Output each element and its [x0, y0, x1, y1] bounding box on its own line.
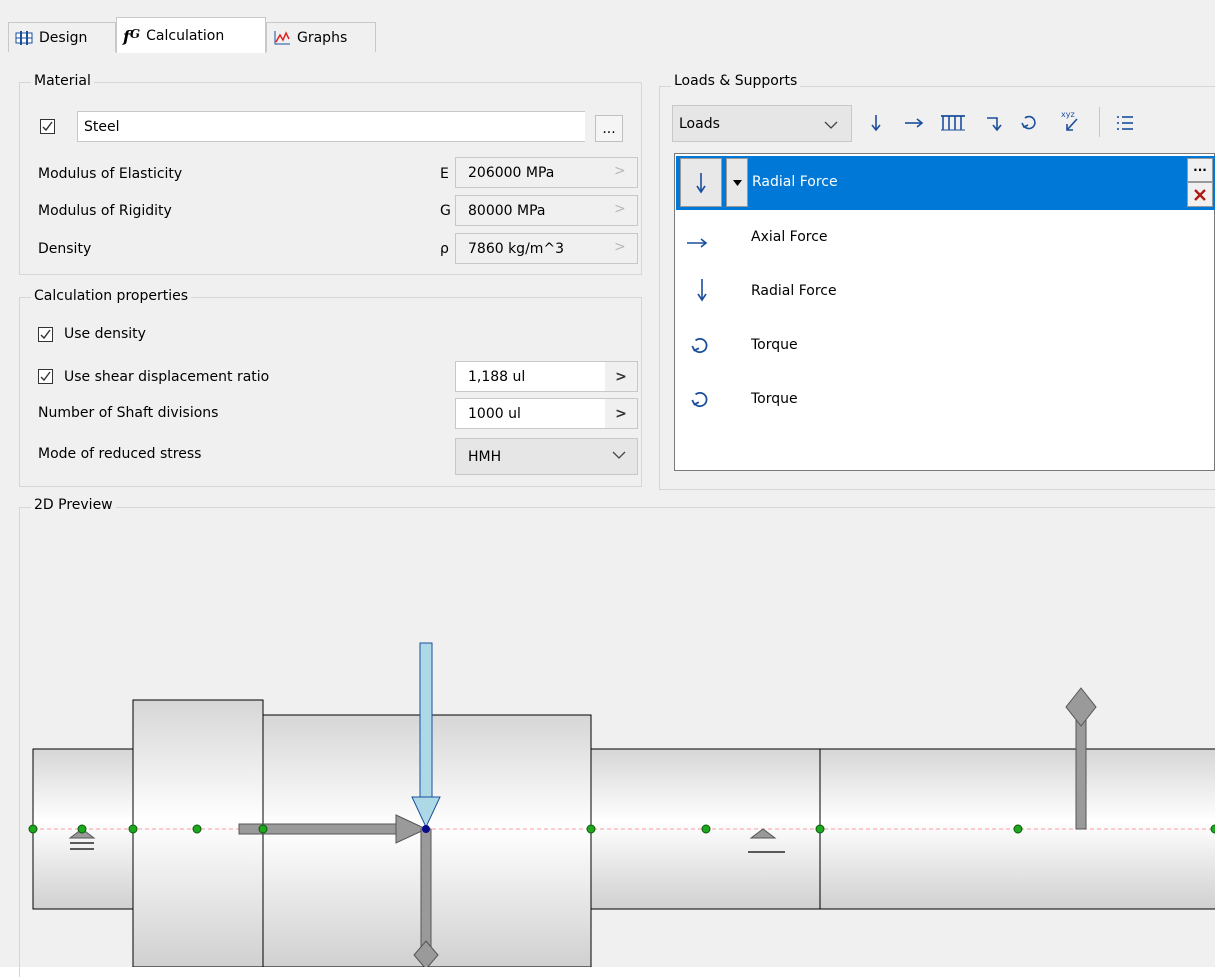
selected-radial-force-icon [680, 158, 722, 207]
list-item-label: Torque [751, 337, 798, 353]
tab-calculation-label: Calculation [146, 28, 225, 44]
list-item[interactable]: Torque [676, 320, 1211, 374]
elasticity-symbol: E [440, 166, 449, 182]
radial-force-icon[interactable] [866, 113, 886, 133]
tab-graphs-label: Graphs [297, 29, 348, 46]
continuous-load-icon[interactable] [938, 112, 968, 134]
rigidity-arrow-icon: > [614, 201, 626, 217]
torque-icon[interactable] [1019, 113, 1039, 133]
load-point [422, 825, 430, 833]
torque-icon [690, 390, 710, 415]
user-coordinates-icon[interactable]: xyz [1056, 108, 1082, 134]
tab-design[interactable]: Design [8, 22, 116, 52]
material-checkbox[interactable] [40, 119, 55, 134]
radial-force-icon [696, 278, 708, 307]
rigidity-field: 80000 MPa [455, 195, 638, 226]
fx-icon: fG [123, 26, 141, 46]
density-field: 7860 kg/m^3 [455, 233, 638, 264]
material-browse-button[interactable]: ... [595, 115, 623, 142]
tab-strip: Design fG Calculation Graphs [0, 0, 1215, 54]
list-item[interactable]: Radial Force [676, 266, 1211, 320]
reduced-stress-select[interactable]: HMH [455, 438, 638, 475]
preview-legend: 2D Preview [31, 497, 116, 513]
density-arrow-icon: > [614, 239, 626, 255]
loads-dropdown-value: Loads [679, 115, 720, 132]
loads-chevron-down-icon [824, 118, 838, 134]
use-density-checkbox[interactable] [38, 327, 53, 342]
shaft-preview[interactable] [20, 515, 1215, 967]
tab-calculation[interactable]: fG Calculation [116, 17, 266, 54]
toolbar-divider [1099, 107, 1100, 137]
list-icon[interactable] [1115, 113, 1135, 133]
rigidity-label: Modulus of Rigidity [38, 203, 172, 219]
material-legend: Material [31, 73, 94, 89]
calculation-properties-legend: Calculation properties [31, 288, 191, 304]
torque-icon [690, 336, 710, 361]
axial-force-icon [686, 230, 708, 254]
density-value: 7860 kg/m^3 [468, 240, 565, 257]
list-item-label: Axial Force [751, 229, 828, 245]
type-dropdown-button[interactable] [726, 158, 748, 207]
bending-moment-icon[interactable] [984, 113, 1004, 133]
use-shear-checkbox[interactable] [38, 369, 53, 384]
tab-design-label: Design [39, 29, 88, 46]
axial-force-icon[interactable] [903, 113, 925, 133]
shear-ratio-value: 1,188 ul [468, 368, 526, 385]
elasticity-value: 206000 MPa [468, 164, 555, 181]
elasticity-arrow-icon: > [614, 163, 626, 179]
reduced-stress-value: HMH [468, 448, 502, 465]
load-properties-button[interactable]: ... [1187, 158, 1213, 182]
tab-graphs[interactable]: Graphs [266, 22, 376, 52]
list-item[interactable]: Torque [676, 374, 1211, 428]
selected-load-label: Radial Force [752, 174, 838, 190]
reduced-stress-label: Mode of reduced stress [38, 446, 202, 462]
delete-icon[interactable] [1187, 182, 1213, 207]
graph-icon [273, 30, 291, 46]
shaft-divisions-value: 1000 ul [468, 405, 521, 422]
use-density-label: Use density [64, 326, 146, 342]
shaft-divisions-label: Number of Shaft divisions [38, 405, 219, 421]
elasticity-label: Modulus of Elasticity [38, 166, 183, 182]
elasticity-field: 206000 MPa [455, 157, 638, 188]
shear-ratio-arrow-button[interactable]: > [605, 362, 637, 391]
svg-text:xyz: xyz [1061, 110, 1075, 119]
rigidity-symbol: G [440, 203, 451, 219]
density-symbol: ρ [440, 241, 449, 257]
shaft-divisions-arrow-button[interactable]: > [605, 399, 637, 428]
material-name-field[interactable]: Steel [77, 111, 585, 142]
rigidity-value: 80000 MPa [468, 202, 546, 219]
chevron-down-icon [612, 448, 626, 464]
list-item-label: Radial Force [751, 283, 837, 299]
loads-supports-legend: Loads & Supports [671, 73, 801, 89]
use-shear-label: Use shear displacement ratio [64, 369, 270, 385]
list-item-label: Torque [751, 391, 798, 407]
list-item[interactable]: Axial Force [676, 212, 1211, 266]
density-label: Density [38, 241, 92, 257]
design-grid-icon [15, 30, 33, 46]
